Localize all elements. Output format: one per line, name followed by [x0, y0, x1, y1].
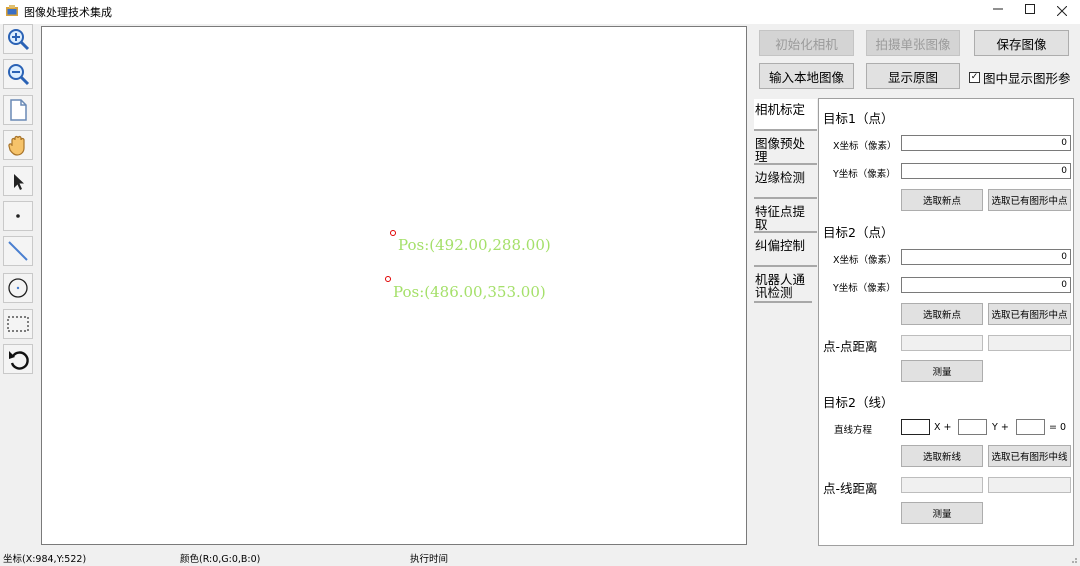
main-window: 图像处理技术集成 Pos:(492.00,288.00) Pos:(486.00…: [0, 0, 1080, 566]
line-x-symbol: X +: [934, 422, 952, 433]
target2-select-existing-button[interactable]: 选取已有图形中点: [988, 303, 1071, 325]
close-icon: [1056, 5, 1068, 17]
pointer-icon: [14, 174, 24, 190]
close-button[interactable]: [1044, 0, 1080, 24]
load-local-image-button[interactable]: 输入本地图像: [759, 63, 854, 89]
tab-image-preprocessing[interactable]: 图像预处理: [754, 133, 817, 165]
zoom-out-tool[interactable]: [3, 59, 33, 89]
point-label: Pos:(492.00,288.00): [398, 236, 551, 254]
title-bar: 图像处理技术集成: [0, 0, 1080, 24]
page-icon: [10, 99, 27, 121]
minimize-icon: [993, 8, 1003, 10]
line-y-symbol: Y +: [992, 422, 1009, 433]
status-exec-time: 执行时间: [410, 554, 449, 565]
app-icon: [6, 5, 18, 16]
status-color: 颜色(R:0,G:0,B:0): [180, 554, 261, 565]
target2-select-new-button[interactable]: 选取新点: [901, 303, 983, 325]
target1-select-new-button[interactable]: 选取新点: [901, 189, 983, 211]
point-tool[interactable]: [3, 201, 33, 231]
init-camera-button[interactable]: 初始化相机: [759, 30, 854, 56]
line-select-new-button[interactable]: 选取新线: [901, 445, 983, 467]
maximize-button[interactable]: [1012, 0, 1048, 24]
line-distance-field: [901, 477, 983, 493]
target2-line-title: 目标2（线）: [823, 395, 894, 410]
status-coordinates: 坐标(X:984,Y:522): [3, 554, 87, 565]
rect-select-tool[interactable]: [3, 309, 33, 339]
target2-y-label: Y坐标（像素）: [833, 283, 896, 294]
measurement-panel: 目标1（点） X坐标（像素） 0 Y坐标（像素） 0 选取新点 选取已有图形中点…: [818, 98, 1074, 546]
line-coef-c-field[interactable]: [1016, 419, 1045, 435]
rectangle-select-icon: [7, 316, 29, 332]
target1-y-label: Y坐标（像素）: [833, 169, 896, 180]
show-shape-params-checkbox[interactable]: ✓ 图中显示图形参: [969, 68, 1071, 87]
target1-x-field[interactable]: 0: [901, 135, 1071, 151]
target1-title: 目标1（点）: [823, 111, 894, 126]
tab-edge-detection[interactable]: 边缘检测: [754, 167, 817, 199]
status-bar: 坐标(X:984,Y:522) 颜色(R:0,G:0,B:0) 执行时间: [0, 547, 1080, 566]
save-image-button[interactable]: 保存图像: [974, 30, 1069, 56]
target2-y-field[interactable]: 0: [901, 277, 1071, 293]
circle-tool[interactable]: [3, 273, 33, 303]
point-distance-field-2: [988, 335, 1071, 351]
tool-strip: [0, 24, 40, 546]
point-label: Pos:(486.00,353.00): [393, 283, 546, 301]
image-canvas[interactable]: Pos:(492.00,288.00) Pos:(486.00,353.00): [41, 26, 747, 545]
point-marker[interactable]: [390, 230, 396, 236]
line-distance-field-2: [988, 477, 1071, 493]
point-distance-field: [901, 335, 983, 351]
tab-robot-comm-test[interactable]: 机器人通讯检测: [754, 269, 812, 303]
checkbox-checked-icon: ✓: [969, 72, 980, 83]
zoom-out-icon: [8, 64, 30, 86]
line-icon: [8, 241, 28, 261]
maximize-icon: [1025, 4, 1035, 14]
line-select-existing-button[interactable]: 选取已有图形中线: [988, 445, 1071, 467]
target1-select-existing-button[interactable]: 选取已有图形中点: [988, 189, 1071, 211]
select-tool[interactable]: [3, 166, 33, 196]
line-distance-label: 点-线距离: [823, 481, 878, 496]
show-original-button[interactable]: 显示原图: [866, 63, 960, 89]
target1-x-label: X坐标（像素）: [833, 141, 897, 152]
undo-tool[interactable]: [3, 344, 33, 374]
point-marker[interactable]: [385, 276, 391, 282]
window-title: 图像处理技术集成: [24, 6, 112, 19]
zoom-in-tool[interactable]: [3, 24, 33, 54]
page-tool[interactable]: [3, 95, 33, 125]
line-coef-a-field[interactable]: [901, 419, 930, 435]
minimize-button[interactable]: [980, 0, 1016, 24]
undo-icon: [9, 351, 29, 370]
target2-x-label: X坐标（像素）: [833, 255, 897, 266]
target2-x-field[interactable]: 0: [901, 249, 1071, 265]
tab-feature-extraction[interactable]: 特征点提取: [754, 201, 817, 233]
point-distance-label: 点-点距离: [823, 339, 878, 354]
target1-y-field[interactable]: 0: [901, 163, 1071, 179]
tab-camera-calibration[interactable]: 相机标定: [754, 99, 817, 131]
zoom-in-icon: [8, 29, 30, 51]
circle-icon: [8, 278, 28, 298]
resize-grip-icon[interactable]: [1068, 554, 1078, 564]
line-equation-label: 直线方程: [834, 425, 873, 436]
hand-icon: [8, 135, 25, 156]
target2-title: 目标2（点）: [823, 225, 894, 240]
capture-single-button[interactable]: 拍摄单张图像: [866, 30, 960, 56]
line-distance-measure-button[interactable]: 测量: [901, 502, 983, 524]
point-distance-measure-button[interactable]: 测量: [901, 360, 983, 382]
line-coef-b-field[interactable]: [958, 419, 987, 435]
point-icon: [16, 214, 20, 218]
line-equals-zero: = 0: [1049, 422, 1067, 433]
show-shape-params-label: 图中显示图形参: [983, 71, 1071, 86]
tab-deviation-control[interactable]: 纠偏控制: [754, 235, 817, 267]
line-tool[interactable]: [3, 236, 33, 266]
pan-tool[interactable]: [3, 130, 33, 160]
